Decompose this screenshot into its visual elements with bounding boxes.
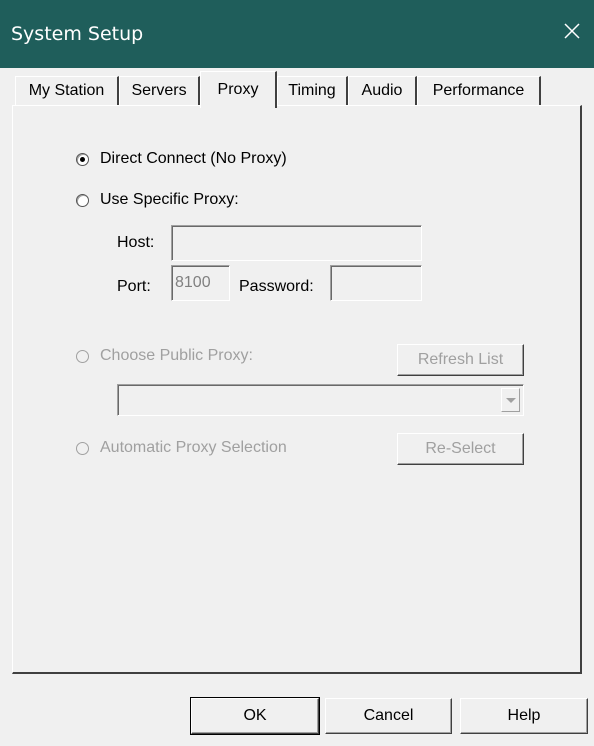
public-proxy-label[interactable]: Choose Public Proxy: bbox=[100, 347, 253, 365]
cancel-button[interactable]: Cancel bbox=[325, 698, 452, 734]
auto-proxy-radio[interactable] bbox=[76, 442, 89, 455]
ok-button[interactable]: OK bbox=[190, 697, 320, 735]
reselect-button[interactable]: Re-Select bbox=[397, 433, 524, 465]
direct-connect-label[interactable]: Direct Connect (No Proxy) bbox=[100, 150, 287, 168]
auto-proxy-label[interactable]: Automatic Proxy Selection bbox=[100, 439, 287, 457]
public-proxy-radio[interactable] bbox=[76, 350, 89, 363]
specific-proxy-label[interactable]: Use Specific Proxy: bbox=[100, 191, 239, 209]
port-field[interactable]: 8100 bbox=[171, 265, 230, 301]
chevron-down-icon[interactable] bbox=[501, 388, 520, 412]
direct-connect-radio[interactable] bbox=[76, 153, 89, 166]
password-field[interactable] bbox=[330, 265, 422, 301]
host-label: Host: bbox=[117, 234, 155, 251]
password-label: Password: bbox=[239, 278, 314, 295]
refresh-list-button[interactable]: Refresh List bbox=[397, 344, 524, 376]
help-button[interactable]: Help bbox=[460, 698, 588, 734]
public-proxy-dropdown[interactable] bbox=[117, 384, 524, 416]
host-field[interactable] bbox=[171, 225, 422, 261]
port-label: Port: bbox=[117, 278, 151, 295]
specific-proxy-radio[interactable] bbox=[76, 194, 89, 207]
